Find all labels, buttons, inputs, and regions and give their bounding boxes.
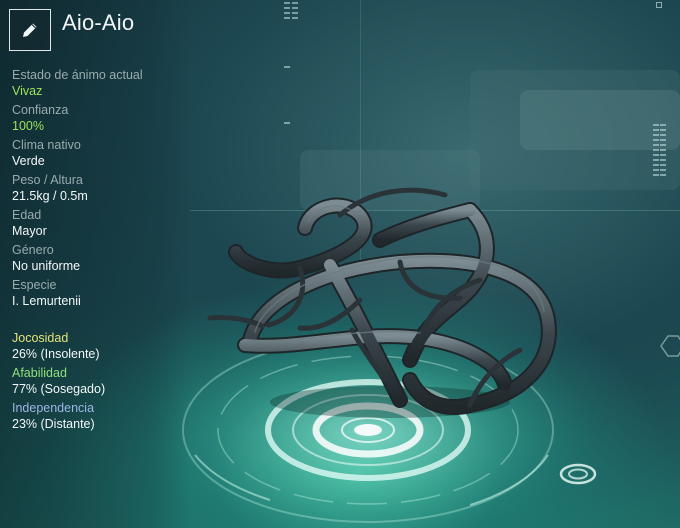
trait-value: 23% (Distante) xyxy=(12,417,95,431)
stat-label: Peso / Altura xyxy=(12,173,83,187)
stat-label: Confianza xyxy=(12,103,69,117)
traits-list: Jocosidad 26% (Insolente) Afabilidad 77%… xyxy=(12,330,192,435)
stat-weight-height: Peso / Altura 21.5kg / 0.5m xyxy=(12,172,192,204)
stat-label: Estado de ánimo actual xyxy=(12,68,143,82)
trait-label: Afabilidad xyxy=(12,366,67,380)
stats-list: Estado de ánimo actual Vivaz Confianza 1… xyxy=(12,67,192,312)
trait-independence: Independencia 23% (Distante) xyxy=(12,400,192,432)
stat-gender: Género No uniforme xyxy=(12,242,192,274)
trait-label: Jocosidad xyxy=(12,331,69,345)
trait-playfulness: Jocosidad 26% (Insolente) xyxy=(12,330,192,362)
stat-trust: Confianza 100% xyxy=(12,102,192,134)
stat-value: Mayor xyxy=(12,224,47,238)
trait-friendliness: Afabilidad 77% (Sosegado) xyxy=(12,365,192,397)
stat-value: I. Lemurtenii xyxy=(12,294,81,308)
stat-value: Vivaz xyxy=(12,84,43,98)
stat-label: Especie xyxy=(12,278,57,292)
stat-value: Verde xyxy=(12,154,45,168)
stat-value: 21.5kg / 0.5m xyxy=(12,189,88,203)
stat-label: Edad xyxy=(12,208,42,222)
stat-age: Edad Mayor xyxy=(12,207,192,239)
trait-value: 26% (Insolente) xyxy=(12,347,100,361)
stat-label: Género xyxy=(12,243,54,257)
hexagon-marker xyxy=(660,335,680,357)
creature-viewer: Aio-Aio Estado de ánimo actual Vivaz Con… xyxy=(0,0,680,528)
pencil-icon xyxy=(23,23,37,37)
stat-label: Clima nativo xyxy=(12,138,81,152)
stat-value: No uniforme xyxy=(12,259,81,273)
stat-value: 100% xyxy=(12,119,44,133)
stat-species: Especie I. Lemurtenii xyxy=(12,277,192,309)
stat-mood: Estado de ánimo actual Vivaz xyxy=(12,67,192,99)
trait-value: 77% (Sosegado) xyxy=(12,382,106,396)
stat-climate: Clima nativo Verde xyxy=(12,137,192,169)
creature-name: Aio-Aio xyxy=(62,10,135,35)
trait-label: Independencia xyxy=(12,401,95,415)
edit-name-button[interactable] xyxy=(9,9,51,51)
